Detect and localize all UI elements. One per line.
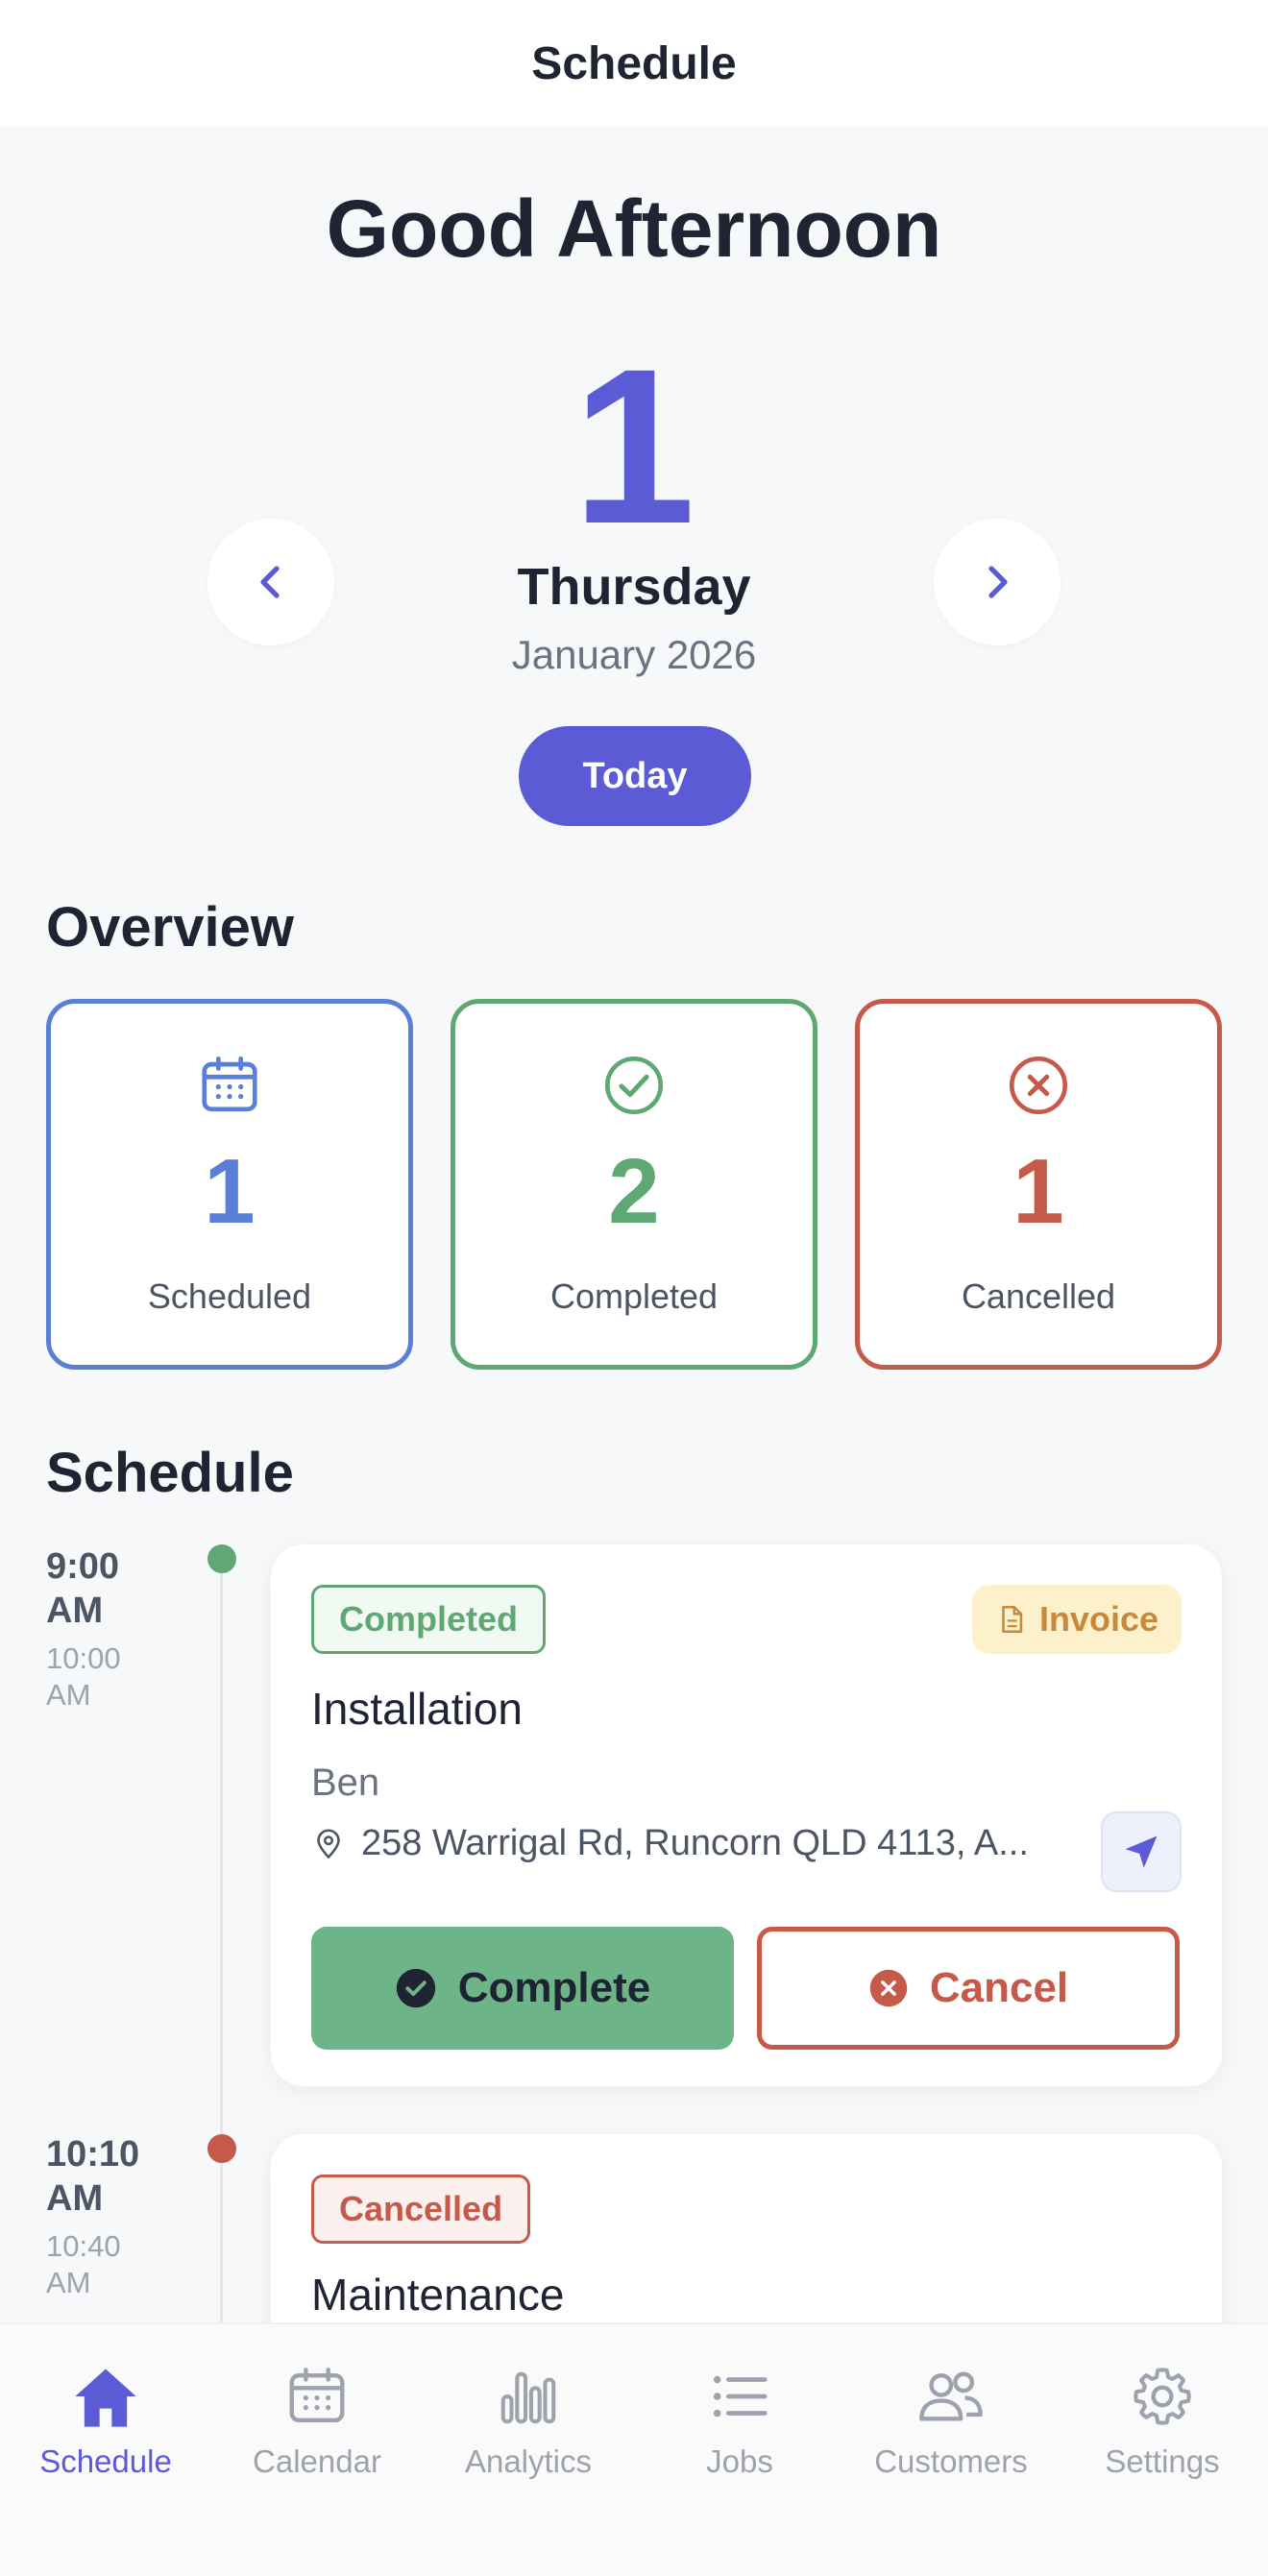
tab-label: Customers — [874, 2443, 1028, 2479]
invoice-label: Invoice — [1038, 1599, 1158, 1639]
status-badge: Cancelled — [311, 2175, 531, 2244]
timeline-dot-completed — [207, 1544, 236, 1573]
complete-label: Complete — [457, 1964, 651, 2011]
calendar-icon — [202, 1056, 257, 1112]
tab-label: Calendar — [253, 2443, 381, 2479]
completed-label: Completed — [549, 1276, 719, 1316]
cancel-button[interactable]: Cancel — [757, 1927, 1180, 2050]
scheduled-stat-card[interactable]: 1 Scheduled — [46, 999, 413, 1370]
tab-analytics[interactable]: Analytics — [432, 2363, 624, 2480]
list-icon — [713, 2375, 768, 2418]
timeline-line — [220, 1558, 223, 2326]
check-circle-filled-icon — [396, 1968, 435, 2008]
check-circle-icon — [604, 1056, 664, 1115]
complete-button[interactable]: Complete — [311, 1927, 734, 2050]
bottom-tab-bar: Schedule Calendar Analytics Jobs Custome… — [0, 2322, 1268, 2576]
location-pin-icon — [317, 1829, 340, 1859]
status-badge: Completed — [311, 1585, 547, 1654]
bar-chart-icon — [500, 2371, 556, 2424]
today-button[interactable]: Today — [519, 726, 751, 826]
navigate-button[interactable] — [1101, 1811, 1182, 1892]
overview-title: Overview — [46, 896, 294, 959]
job-end-time: 10:40 AM — [46, 2229, 121, 2299]
tab-label: Analytics — [464, 2443, 593, 2479]
job-customer: Ben — [311, 1762, 380, 1804]
cancelled-label: Cancelled — [961, 1276, 1116, 1316]
month-year-label: January 2026 — [511, 632, 757, 677]
tab-customers[interactable]: Customers — [855, 2363, 1047, 2480]
chevron-right-icon — [988, 566, 1008, 598]
gear-icon — [1134, 2368, 1191, 2425]
invoice-button[interactable]: Invoice — [971, 1585, 1182, 1654]
users-icon — [919, 2371, 983, 2421]
calendar-icon — [289, 2368, 345, 2422]
tab-jobs[interactable]: Jobs — [644, 2363, 836, 2480]
tab-schedule[interactable]: Schedule — [10, 2363, 202, 2480]
completed-count: 2 — [608, 1140, 660, 1243]
schedule-title: Schedule — [46, 1442, 294, 1504]
page-title: Schedule — [531, 37, 737, 89]
job-type: Installation — [311, 1684, 523, 1734]
weekday-label: Thursday — [517, 558, 751, 616]
navigation-arrow-icon — [1125, 1835, 1158, 1868]
cancelled-count: 1 — [1012, 1140, 1064, 1243]
document-icon — [1002, 1605, 1023, 1634]
job-address: 258 Warrigal Rd, Runcorn QLD 4113, A... — [361, 1823, 1029, 1863]
job-start-time: 9:00 AM — [46, 1546, 120, 1631]
completed-stat-card[interactable]: 2 Completed — [451, 999, 817, 1370]
next-day-button[interactable] — [934, 519, 1061, 645]
day-number: 1 — [573, 323, 695, 570]
cancelled-stat-card[interactable]: 1 Cancelled — [855, 999, 1222, 1370]
job-card[interactable]: Completed Invoice Installation Ben 258 W… — [271, 1544, 1222, 2086]
timeline-dot-cancelled — [207, 2134, 236, 2163]
tab-label: Schedule — [39, 2443, 172, 2479]
tab-settings[interactable]: Settings — [1066, 2363, 1258, 2480]
tab-label: Settings — [1105, 2443, 1220, 2479]
tab-calendar[interactable]: Calendar — [221, 2363, 413, 2480]
tab-label: Jobs — [706, 2443, 773, 2479]
job-end-time: 10:00 AM — [46, 1641, 121, 1712]
top-bar: Schedule — [0, 0, 1268, 127]
job-type: Maintenance — [311, 2270, 565, 2320]
scheduled-count: 1 — [204, 1140, 256, 1243]
x-circle-icon — [1009, 1056, 1068, 1115]
scheduled-label: Scheduled — [147, 1276, 312, 1316]
x-circle-filled-icon — [869, 1969, 908, 2007]
job-start-time: 10:10 AM — [46, 2134, 140, 2219]
job-address-row: 258 Warrigal Rd, Runcorn QLD 4113, A... — [311, 1823, 1029, 1864]
greeting-text: Good Afternoon — [326, 183, 942, 274]
home-icon — [75, 2369, 136, 2427]
cancel-label: Cancel — [929, 1964, 1069, 2011]
